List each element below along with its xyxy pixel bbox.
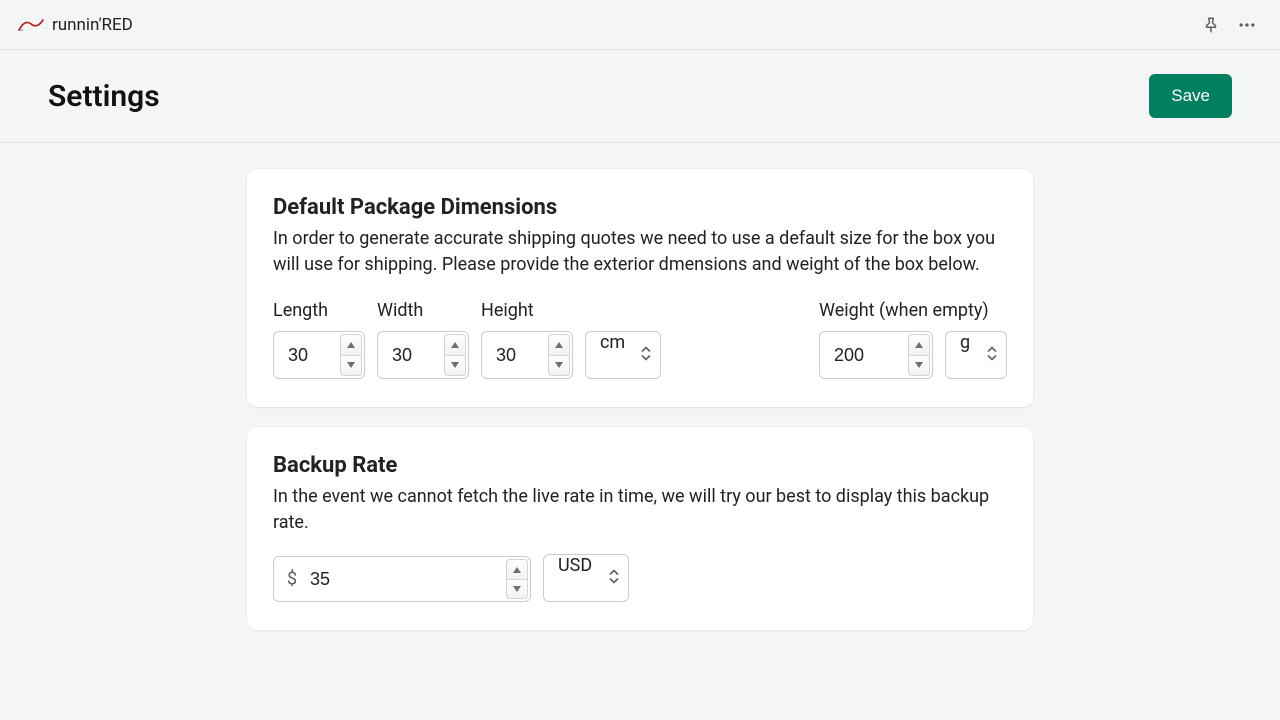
height-field: Height [481, 300, 573, 379]
amount-step-down[interactable] [506, 580, 528, 600]
width-field: Width [377, 300, 469, 379]
app-name: runnin'RED [52, 15, 133, 35]
width-label: Width [377, 300, 469, 321]
length-field: Length [273, 300, 365, 379]
weight-label: Weight (when empty) [819, 300, 1007, 321]
main-content: Default Package Dimensions In order to g… [0, 143, 1280, 690]
dim-unit-select[interactable]: cm [585, 331, 661, 379]
more-horizontal-icon [1237, 15, 1257, 35]
backup-row: $ USD [273, 554, 1007, 602]
backup-description: In the event we cannot fetch the live ra… [273, 484, 1007, 536]
dimensions-card: Default Package Dimensions In order to g… [247, 169, 1033, 407]
width-step-down[interactable] [444, 356, 466, 377]
height-step-down[interactable] [548, 356, 570, 377]
more-button[interactable] [1232, 10, 1262, 40]
length-label: Length [273, 300, 365, 321]
dimensions-title: Default Package Dimensions [273, 195, 1007, 220]
weight-field: Weight (when empty) g [819, 300, 1007, 379]
width-step-up[interactable] [444, 334, 466, 356]
height-step-up[interactable] [548, 334, 570, 356]
weight-step-down[interactable] [908, 356, 930, 377]
backup-rate-card: Backup Rate In the event we cannot fetch… [247, 427, 1033, 630]
app-logo: run [18, 18, 44, 32]
pin-icon [1202, 16, 1220, 34]
save-button[interactable]: Save [1149, 74, 1232, 118]
weight-step-up[interactable] [908, 334, 930, 356]
amount-step-up[interactable] [506, 559, 528, 580]
length-step-down[interactable] [340, 356, 362, 377]
page-title: Settings [48, 79, 160, 114]
weight-unit-select[interactable]: g [945, 331, 1007, 379]
backup-amount-input[interactable] [273, 556, 531, 602]
svg-text:run: run [19, 28, 24, 32]
dimensions-row: Length Width [273, 300, 1007, 379]
dimensions-description: In order to generate accurate shipping q… [273, 226, 1007, 278]
currency-select[interactable]: USD [543, 554, 629, 602]
pin-button[interactable] [1196, 10, 1226, 40]
dim-unit-field: cm [585, 331, 661, 379]
height-label: Height [481, 300, 573, 321]
backup-title: Backup Rate [273, 453, 1007, 478]
page-header: Settings Save [0, 50, 1280, 143]
top-bar: run runnin'RED [0, 0, 1280, 50]
length-step-up[interactable] [340, 334, 362, 356]
